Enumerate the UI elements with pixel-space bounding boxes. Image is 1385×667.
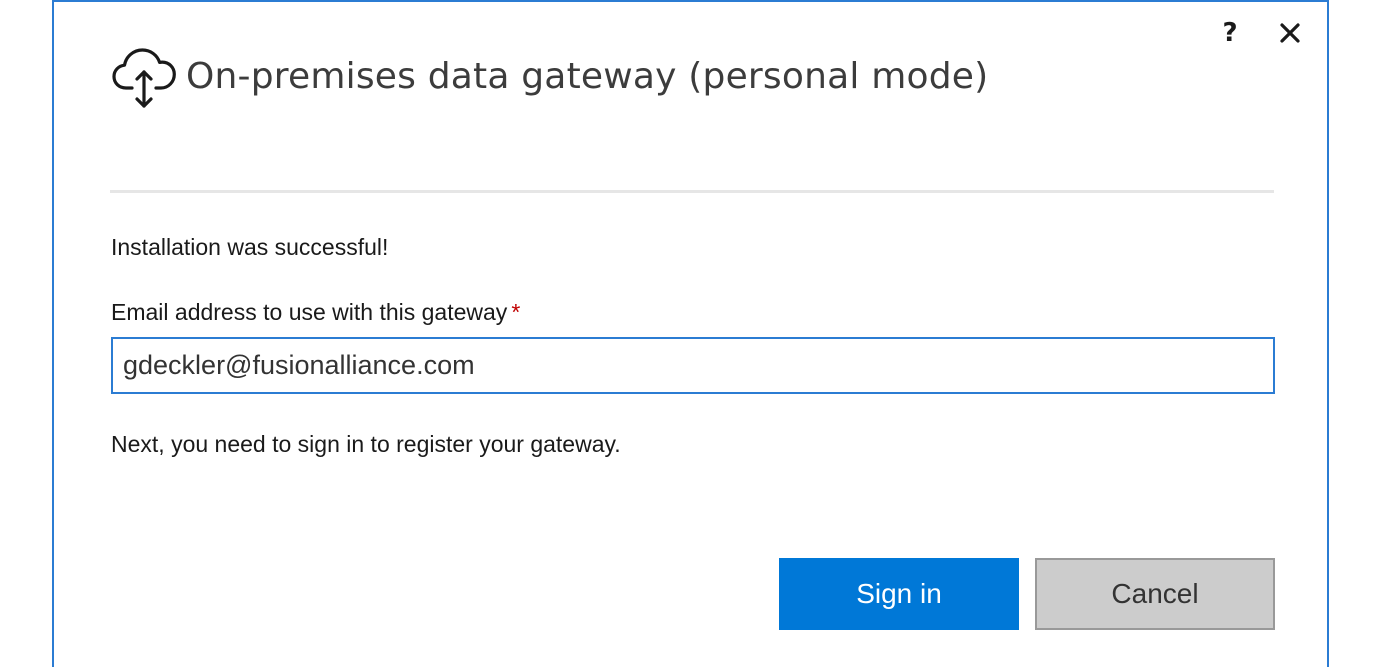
- email-label-text: Email address to use with this gateway: [111, 299, 508, 325]
- cloud-upload-download-icon: [112, 48, 176, 108]
- sign-in-hint: Next, you need to sign in to register yo…: [111, 431, 621, 457]
- help-button[interactable]: ?: [1215, 16, 1245, 50]
- gateway-dialog: ? On-premises data gateway (personal mod…: [52, 0, 1329, 667]
- sign-in-button[interactable]: Sign in: [779, 558, 1019, 630]
- email-field-label: Email address to use with this gateway *: [111, 299, 520, 326]
- email-field[interactable]: [111, 337, 1275, 394]
- required-marker: *: [511, 299, 521, 325]
- dialog-title: On-premises data gateway (personal mode): [186, 55, 989, 97]
- header-divider: [110, 190, 1274, 193]
- title-bar-controls: ?: [1215, 16, 1305, 50]
- close-button[interactable]: [1275, 16, 1305, 50]
- cancel-button[interactable]: Cancel: [1035, 558, 1275, 630]
- help-icon: ?: [1222, 18, 1238, 48]
- installation-status-message: Installation was successful!: [111, 234, 389, 260]
- dialog-header: On-premises data gateway (personal mode): [110, 42, 988, 110]
- close-icon: [1280, 23, 1300, 43]
